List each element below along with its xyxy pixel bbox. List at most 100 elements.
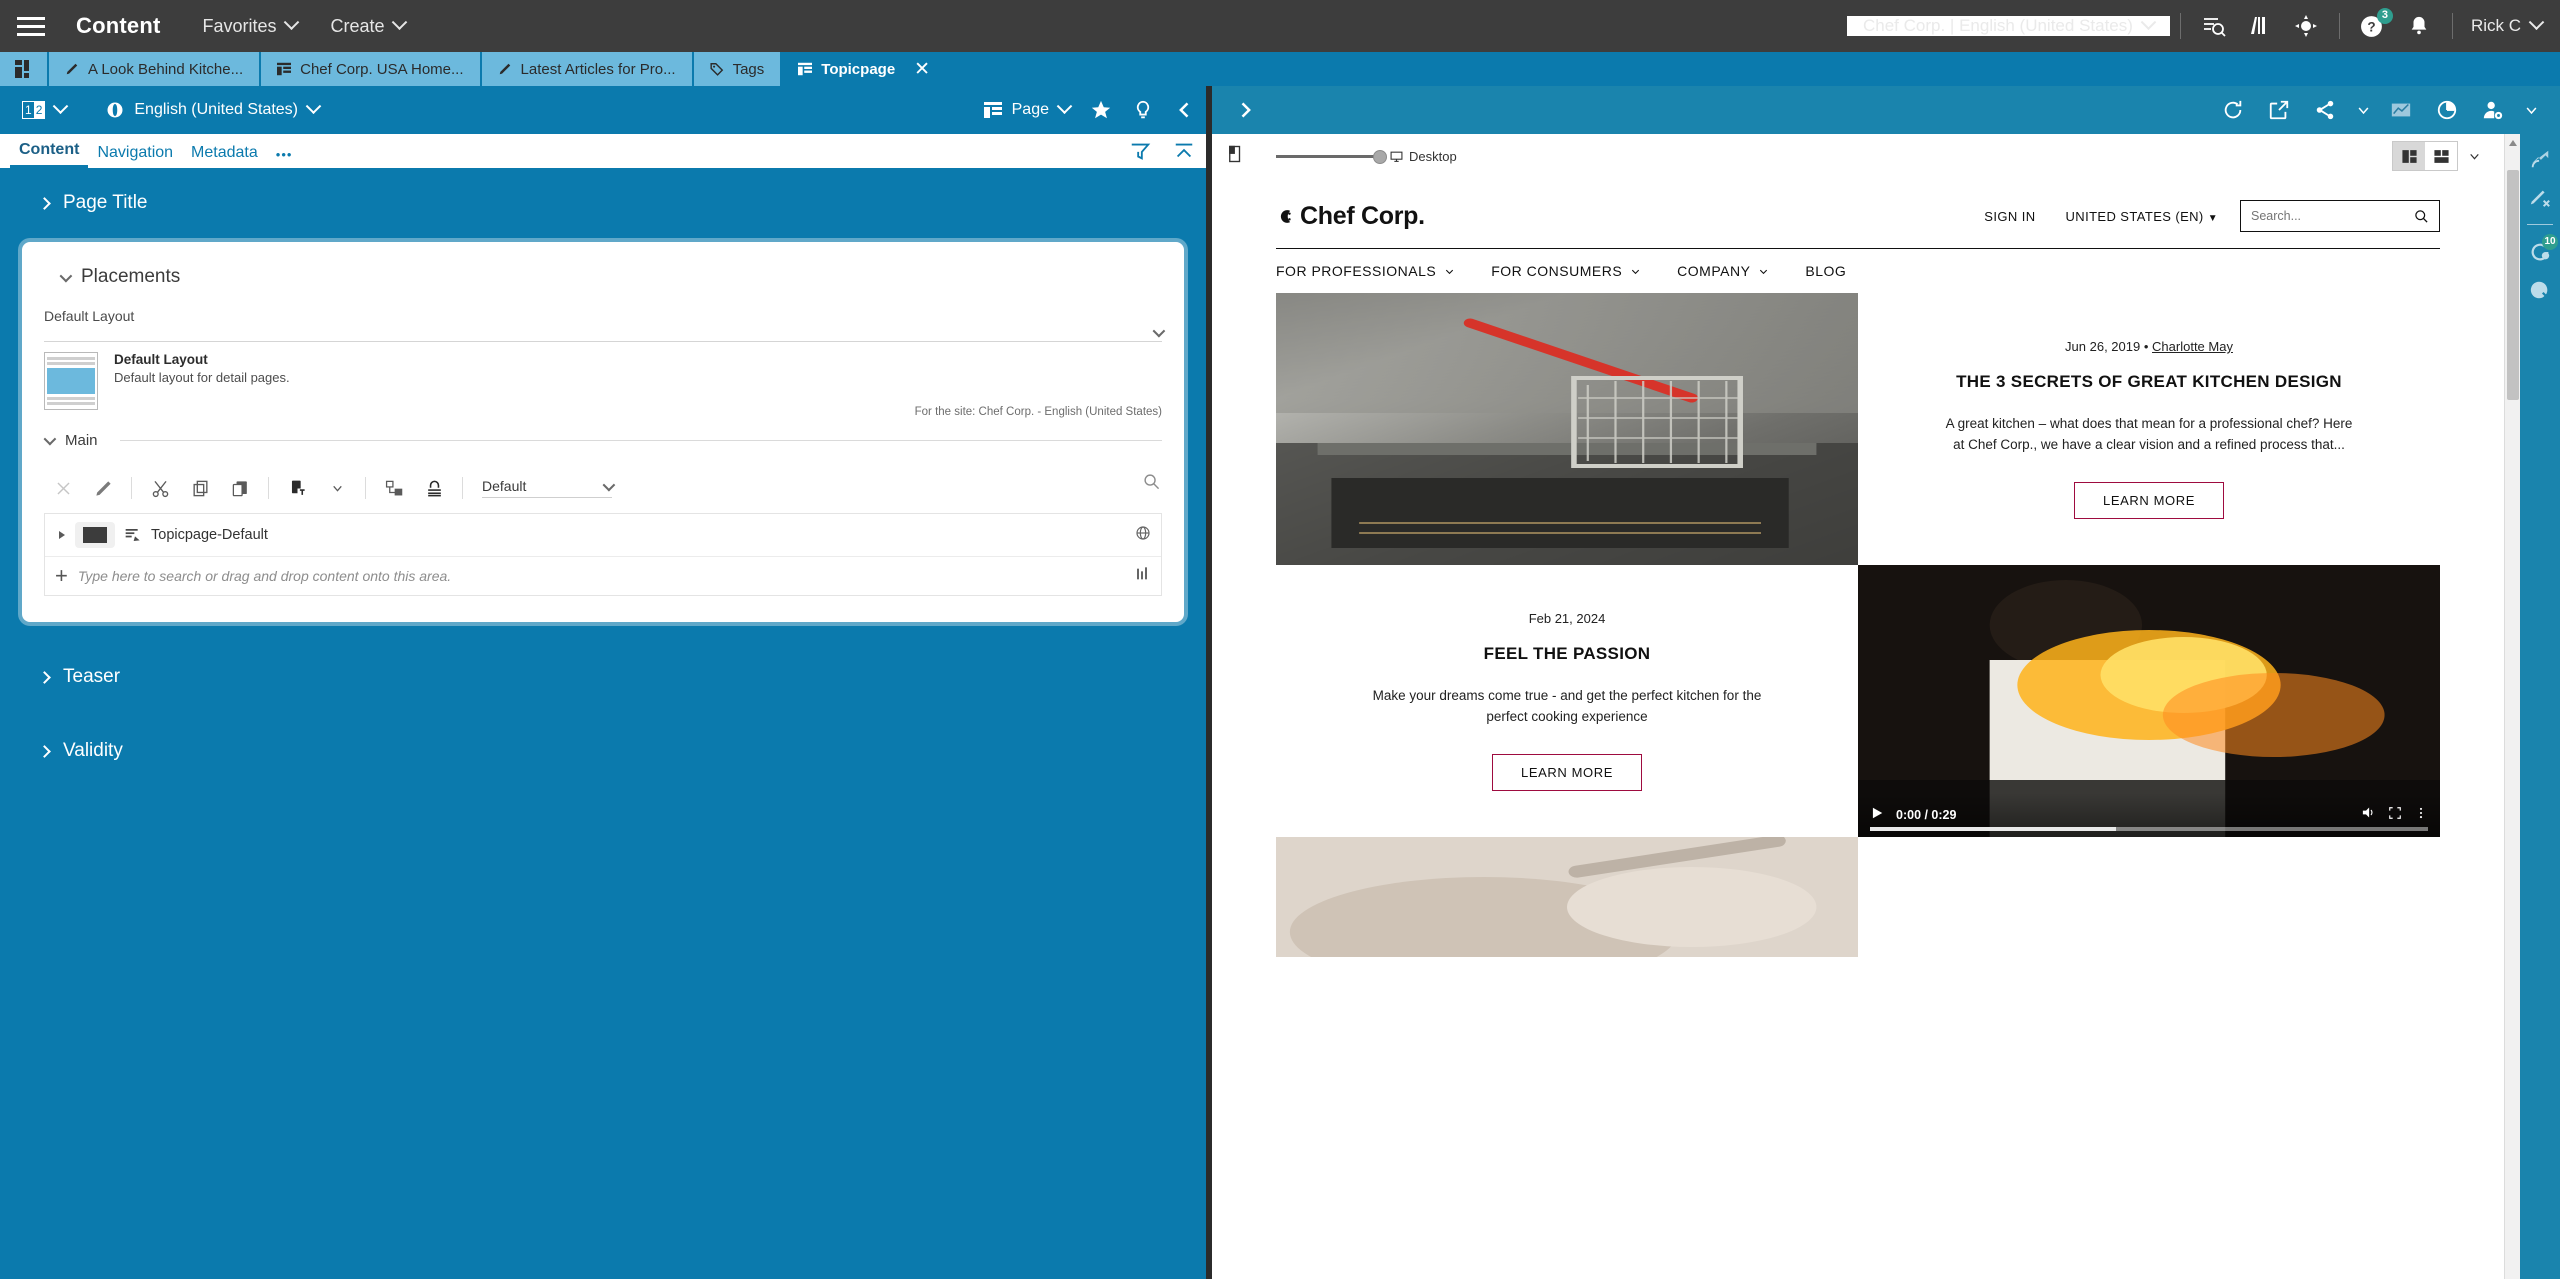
version-selector[interactable]: 1 2 — [12, 101, 76, 119]
country-selector[interactable]: UNITED STATES (EN) ▼ — [2066, 209, 2219, 224]
share-icon[interactable] — [2302, 87, 2348, 133]
user-settings-icon[interactable] — [2470, 87, 2516, 133]
analytics-icon[interactable] — [2378, 87, 2424, 133]
expand-triangle-icon[interactable] — [59, 531, 65, 539]
clear-edit-icon[interactable] — [2523, 180, 2557, 214]
video-progress-bar[interactable] — [1870, 827, 2428, 831]
learn-more-button[interactable]: LEARN MORE — [2074, 482, 2224, 519]
time-icon[interactable] — [2424, 87, 2470, 133]
refresh-pending-icon[interactable]: 10 — [2523, 235, 2557, 269]
menu-item-create[interactable]: Create — [331, 16, 405, 37]
chevron-right-icon — [38, 197, 51, 210]
section-validity[interactable]: Validity — [22, 712, 1184, 786]
chevron-down-icon[interactable] — [2348, 87, 2378, 133]
placement-toolbar: Default — [44, 471, 1162, 505]
menu-item-favorites[interactable]: Favorites — [203, 16, 297, 37]
viewport-width-slider[interactable]: Desktop — [1276, 149, 1457, 164]
nav-item-for-professionals[interactable]: FOR PROFESSIONALS — [1276, 263, 1455, 279]
site-logo[interactable]: Chef Corp. — [1276, 202, 1425, 231]
nav-item-company[interactable]: COMPANY — [1677, 263, 1769, 279]
zoom-icon[interactable] — [1143, 473, 1160, 495]
scrollbar-thumb[interactable] — [2507, 170, 2519, 400]
collapse-all-icon[interactable] — [1162, 134, 1206, 168]
nav-item-for-consumers[interactable]: FOR CONSUMERS — [1491, 263, 1641, 279]
tab-latest-articles-for-pro[interactable]: Latest Articles for Pro... — [482, 52, 692, 86]
site-search[interactable] — [2240, 200, 2440, 232]
grid-view-icon[interactable] — [2425, 142, 2457, 170]
page-type-selector[interactable]: Page — [974, 101, 1080, 119]
nav-item-blog[interactable]: BLOG — [1805, 263, 1846, 279]
close-icon[interactable]: ✕ — [914, 60, 930, 79]
page-icon — [798, 62, 812, 76]
article-video-flambe[interactable]: 0:00 / 0:29 — [1858, 565, 2440, 837]
sign-in-link[interactable]: SIGN IN — [1984, 209, 2035, 224]
remove-icon[interactable] — [44, 471, 82, 505]
subtab-overflow[interactable]: ••• — [267, 147, 302, 168]
paste-icon[interactable] — [221, 471, 259, 505]
filter-icon[interactable] — [1118, 134, 1162, 168]
section-teaser[interactable]: Teaser — [22, 622, 1184, 712]
learn-more-button[interactable]: LEARN MORE — [1492, 754, 1642, 791]
chevron-down-icon[interactable] — [318, 471, 356, 505]
undo-icon[interactable] — [2523, 142, 2557, 176]
chevron-down-icon[interactable] — [2516, 87, 2546, 133]
help-icon[interactable]: ? 3 — [2350, 3, 2396, 49]
tab-chef-corp-usa-home[interactable]: Chef Corp. USA Home... — [261, 52, 479, 86]
content-drop-area[interactable]: + Type here to search or drag and drop c… — [45, 557, 1161, 595]
add-icon[interactable]: + — [55, 565, 68, 587]
reload-icon[interactable] — [2210, 87, 2256, 133]
notification-bell-icon[interactable] — [2396, 3, 2442, 49]
chevron-left-icon[interactable] — [1164, 89, 1206, 131]
site-header: Chef Corp. SIGN IN UNITED STATES (EN) ▼ — [1276, 178, 2440, 248]
site-selector[interactable]: Chef Corp. | English (United States) — [1847, 16, 2170, 36]
subtab-content[interactable]: Content — [10, 141, 88, 168]
slider-handle[interactable] — [1373, 150, 1387, 164]
chevron-down-icon[interactable] — [2458, 142, 2490, 170]
dashboard-icon[interactable] — [0, 52, 47, 86]
search-icon[interactable] — [2414, 209, 2429, 224]
lock-icon[interactable] — [415, 471, 453, 505]
lightbulb-icon[interactable] — [1122, 89, 1164, 131]
locale-selector[interactable]: English (United States) — [96, 101, 329, 119]
search-input[interactable] — [2251, 209, 2414, 223]
globe-icon[interactable] — [1135, 525, 1151, 546]
columns-icon[interactable] — [1135, 566, 1151, 587]
split-view-icon[interactable] — [2393, 142, 2425, 170]
preview-scrollbar[interactable] — [2504, 134, 2520, 1279]
search-list-icon[interactable] — [2191, 3, 2237, 49]
view-select[interactable]: Default — [482, 478, 612, 498]
tab-topicpage[interactable]: Topicpage ✕ — [782, 52, 946, 86]
open-external-icon[interactable] — [2256, 87, 2302, 133]
volume-icon[interactable] — [2361, 805, 2376, 825]
add-content-icon[interactable] — [278, 471, 316, 505]
library-icon[interactable] — [2237, 3, 2283, 49]
scroll-up-arrow-icon[interactable] — [2509, 140, 2517, 146]
chevron-right-icon[interactable] — [1222, 87, 1268, 133]
layout-select[interactable] — [44, 328, 1162, 342]
article-image-fryer[interactable] — [1276, 293, 1858, 565]
list-item[interactable]: Topicpage-Default — [45, 514, 1161, 557]
globe-off-icon[interactable] — [2523, 273, 2557, 307]
device-preview-icon[interactable] — [1226, 145, 1244, 168]
more-vertical-icon[interactable] — [2414, 806, 2428, 825]
tab-a-look-behind-kitchen[interactable]: A Look Behind Kitche... — [49, 52, 259, 86]
divider — [131, 477, 132, 499]
subtab-metadata[interactable]: Metadata — [182, 144, 267, 168]
article-image-food[interactable] — [1276, 837, 1858, 957]
fullscreen-icon[interactable] — [2388, 806, 2402, 825]
section-placements[interactable]: Placements — [44, 256, 1162, 302]
hierarchy-icon[interactable] — [375, 471, 413, 505]
hamburger-menu-icon[interactable] — [0, 17, 62, 36]
main-placement-header[interactable]: Main — [44, 432, 1162, 449]
star-icon[interactable] — [1080, 89, 1122, 131]
copy-icon[interactable] — [181, 471, 219, 505]
edit-pencil-icon[interactable] — [84, 471, 122, 505]
tab-tags[interactable]: Tags — [694, 52, 781, 86]
user-menu[interactable]: Rick C — [2463, 16, 2542, 36]
cut-icon[interactable] — [141, 471, 179, 505]
compass-icon[interactable] — [2283, 3, 2329, 49]
play-icon[interactable] — [1870, 806, 1884, 825]
subtab-navigation[interactable]: Navigation — [88, 144, 182, 168]
section-page-title[interactable]: Page Title — [22, 168, 1184, 238]
article-author-link[interactable]: Charlotte May — [2152, 339, 2233, 354]
